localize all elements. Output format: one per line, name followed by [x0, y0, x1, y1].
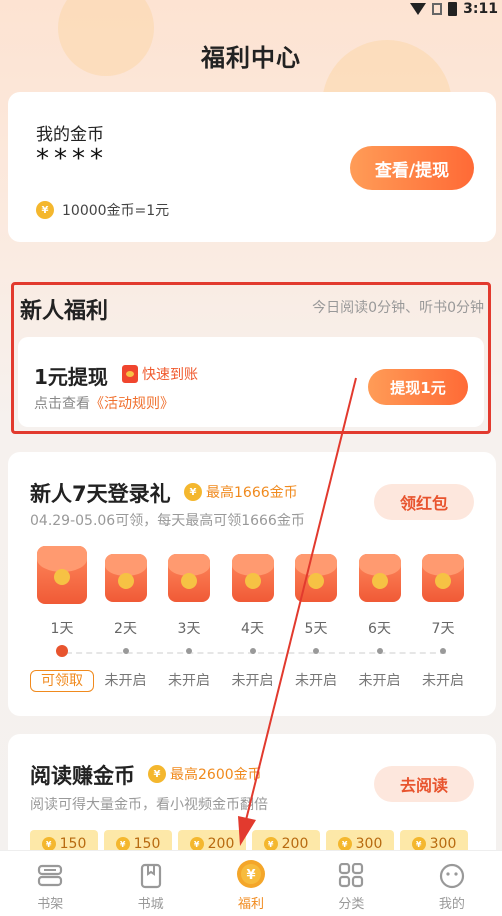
bookstore-icon: [137, 863, 165, 889]
go-read-button[interactable]: 去阅读: [374, 766, 474, 802]
day-status: 未开启: [231, 673, 274, 689]
tab-welfare[interactable]: ¥ 福利: [201, 851, 301, 916]
progress-dot: [249, 648, 256, 654]
bottom-tab-bar: 书架 书城 ¥ 福利 分类 我的: [0, 850, 502, 916]
login-day[interactable]: 3天: [157, 546, 221, 637]
day-status: 未开启: [422, 673, 464, 689]
login-gift-card: 新人7天登录礼 ¥ 最高1666金币 04.29-05.06可领，每天最高可领1…: [8, 452, 496, 716]
grid-icon: [337, 863, 365, 889]
read-earn-title: 阅读赚金币: [30, 764, 135, 788]
coin-icon: ¥: [337, 837, 352, 851]
day-status: 未开启: [295, 673, 337, 689]
fast-tag: 快速到账: [122, 364, 198, 384]
coin-icon: ¥: [411, 837, 426, 851]
claim-red-packet-button[interactable]: 领红包: [374, 484, 474, 520]
login-gift-subtitle: 04.29-05.06可领，每天最高可领1666金币: [30, 513, 305, 529]
exchange-rate: ¥ 10000金币=1元: [36, 200, 169, 220]
page-title: 福利中心: [201, 44, 301, 72]
day-label: 4天: [241, 621, 264, 637]
rules-link[interactable]: 《活动规则》: [90, 396, 174, 412]
tab-label: 书城: [137, 897, 164, 912]
exchange-rate-text: 10000金币=1元: [62, 203, 170, 219]
sim-icon: [432, 3, 443, 15]
svg-text:¥: ¥: [246, 868, 255, 883]
coin-icon: ¥: [184, 483, 202, 501]
tab-bookshelf[interactable]: 书架: [0, 851, 100, 916]
day-status: 未开启: [358, 673, 401, 689]
login-day[interactable]: 1天: [30, 546, 94, 637]
day-status: 未开启: [168, 673, 210, 689]
coin-icon: ¥: [189, 837, 204, 851]
coins-value: ****: [36, 144, 108, 174]
progress-dot: [122, 648, 129, 654]
my-coins-card: 我的金币 **** ¥ 10000金币=1元 查看/提现: [8, 92, 496, 242]
red-packet-icon: [104, 554, 147, 602]
login-day[interactable]: 7天: [411, 546, 475, 637]
fast-tag-text: 快速到账: [142, 367, 198, 383]
login-day[interactable]: 2天: [94, 546, 158, 637]
progress-dot: [186, 648, 192, 654]
progress-dot: [313, 648, 319, 654]
login-gift-max-text: 最高1666金币: [206, 485, 298, 501]
read-earn-subtitle: 阅读可得大量金币，看小视频金币翻倍: [30, 797, 268, 813]
view-withdraw-button[interactable]: 查看/提现: [350, 146, 474, 190]
rules-prefix: 点击查看: [34, 396, 90, 412]
bookshelf-icon: [36, 863, 64, 889]
red-packet-icon: [231, 554, 274, 602]
coin-icon: ¥: [41, 837, 56, 851]
coins-label: 我的金币: [36, 125, 104, 145]
coin-icon: ¥: [263, 837, 278, 851]
login-day[interactable]: 4天: [221, 546, 285, 637]
tab-label: 分类: [338, 897, 365, 912]
red-packet-icon: [422, 554, 464, 602]
newbie-subtitle: 今日阅读0分钟、听书0分钟: [312, 300, 484, 316]
yen-coin-icon: ¥: [236, 859, 266, 889]
day-label: 6天: [368, 621, 391, 637]
read-earn-max-text: 最高2600金币: [170, 767, 262, 783]
read-earn-max: ¥ 最高2600金币: [148, 764, 262, 784]
day-label: 1天: [50, 621, 74, 637]
claimable-badge[interactable]: 可领取: [30, 670, 94, 692]
tab-label: 我的: [438, 897, 465, 912]
tab-label: 书架: [37, 897, 64, 912]
coin-icon: ¥: [148, 765, 166, 783]
newbie-welfare-section: 新人福利 今日阅读0分钟、听书0分钟 1元提现 快速到账 点击查看《活动规则》 …: [11, 282, 491, 434]
coin-icon: ¥: [36, 201, 54, 219]
newbie-title: 新人福利: [20, 299, 109, 324]
red-packet-icon: [168, 554, 210, 602]
red-packet-icon: [122, 365, 138, 383]
status-bar: 3:11: [410, 0, 502, 18]
withdraw-1yuan-button[interactable]: 提现1元: [368, 369, 468, 405]
day-label: 7天: [431, 621, 455, 637]
rules-line: 点击查看《活动规则》: [34, 393, 174, 413]
day-status: 未开启: [104, 673, 147, 689]
login-day[interactable]: 6天: [348, 546, 412, 637]
wifi-icon: [410, 3, 427, 15]
login-gift-max: ¥ 最高1666金币: [184, 482, 298, 502]
withdraw-card: 1元提现 快速到账 点击查看《活动规则》 提现1元: [18, 337, 484, 427]
login-day[interactable]: 5天: [284, 546, 348, 637]
red-packet-icon: [295, 554, 337, 602]
coin-icon: ¥: [115, 837, 130, 851]
tab-bookstore[interactable]: 书城: [100, 851, 200, 916]
tab-category[interactable]: 分类: [301, 851, 401, 916]
day-label: 5天: [304, 621, 328, 637]
login-days: 1天可领取 2天未开启 3天未开启 4天未开启 5天未开启 6天未开启 7天未开启: [30, 546, 474, 706]
battery-icon: [448, 2, 458, 16]
day-label: 2天: [114, 621, 137, 637]
tab-label: 福利: [238, 897, 265, 912]
progress-dot: [56, 645, 68, 657]
status-time: 3:11: [463, 1, 498, 17]
red-packet-icon: [37, 546, 87, 604]
red-packet-icon: [358, 554, 401, 602]
day-label: 3天: [177, 621, 201, 637]
progress-dot: [376, 648, 383, 654]
login-gift-title: 新人7天登录礼: [30, 482, 171, 506]
withdraw-title: 1元提现: [34, 365, 108, 389]
progress-dot: [440, 648, 446, 654]
smiley-icon: [438, 863, 466, 889]
tab-mine[interactable]: 我的: [402, 851, 502, 916]
